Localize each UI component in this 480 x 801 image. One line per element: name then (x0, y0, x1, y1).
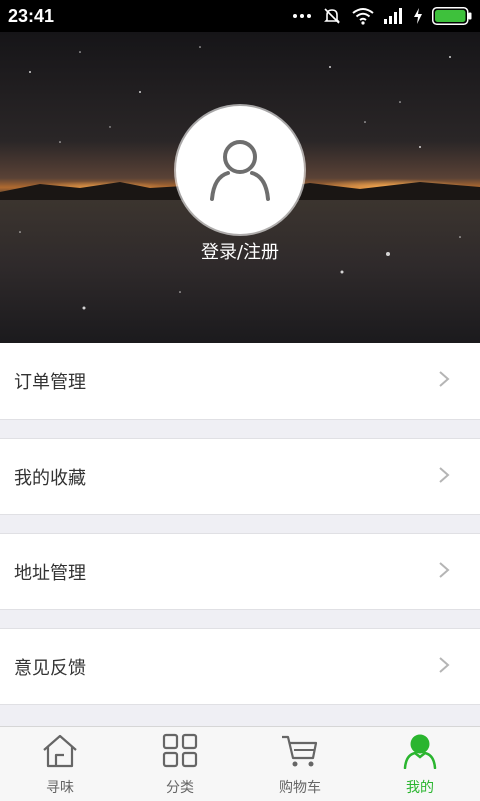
tab-label: 分类 (166, 780, 194, 796)
menu-divider (0, 420, 480, 438)
cart-icon (280, 733, 320, 773)
tab-label: 寻味 (46, 780, 74, 796)
status-time: 23:41 (8, 5, 55, 26)
menu-item-favorites[interactable]: 我的收藏 (0, 438, 480, 515)
tab-label: 我的 (406, 780, 434, 796)
menu-item-addresses[interactable]: 地址管理 (0, 533, 480, 610)
chevron-right-icon (438, 466, 450, 488)
home-icon (40, 733, 80, 773)
menu-item-label: 意见反馈 (14, 657, 86, 679)
tab-category[interactable]: 分类 (120, 727, 240, 801)
user-icon (400, 733, 440, 773)
charging-icon (414, 8, 422, 24)
avatar[interactable] (176, 106, 304, 234)
default-user-icon (205, 133, 275, 207)
tab-label: 购物车 (279, 780, 321, 796)
menu-divider (0, 610, 480, 628)
more-dots-icon (292, 12, 312, 20)
grid-icon (160, 733, 200, 773)
login-register-link[interactable]: 登录/注册 (0, 238, 480, 264)
menu-list: 订单管理 我的收藏 地址管理 意见反馈 (0, 343, 480, 705)
bottom-tab-bar: 寻味 分类 购物车 我的 (0, 726, 480, 801)
profile-header: 登录/注册 (0, 32, 480, 343)
tab-cart[interactable]: 购物车 (240, 727, 360, 801)
menu-divider (0, 515, 480, 533)
menu-item-feedback[interactable]: 意见反馈 (0, 628, 480, 705)
tab-mine[interactable]: 我的 (360, 727, 480, 801)
status-bar: 23:41 (0, 0, 480, 32)
tab-home[interactable]: 寻味 (0, 727, 120, 801)
silent-mode-icon (322, 6, 342, 26)
battery-icon (432, 7, 472, 25)
status-icons (292, 6, 472, 26)
chevron-right-icon (438, 561, 450, 583)
chevron-right-icon (438, 370, 450, 392)
chevron-right-icon (438, 656, 450, 678)
menu-item-orders[interactable]: 订单管理 (0, 343, 480, 420)
signal-icon (384, 8, 404, 24)
menu-item-label: 地址管理 (14, 562, 86, 584)
menu-item-label: 我的收藏 (14, 467, 86, 489)
menu-item-label: 订单管理 (14, 372, 86, 393)
wifi-icon (352, 7, 374, 25)
